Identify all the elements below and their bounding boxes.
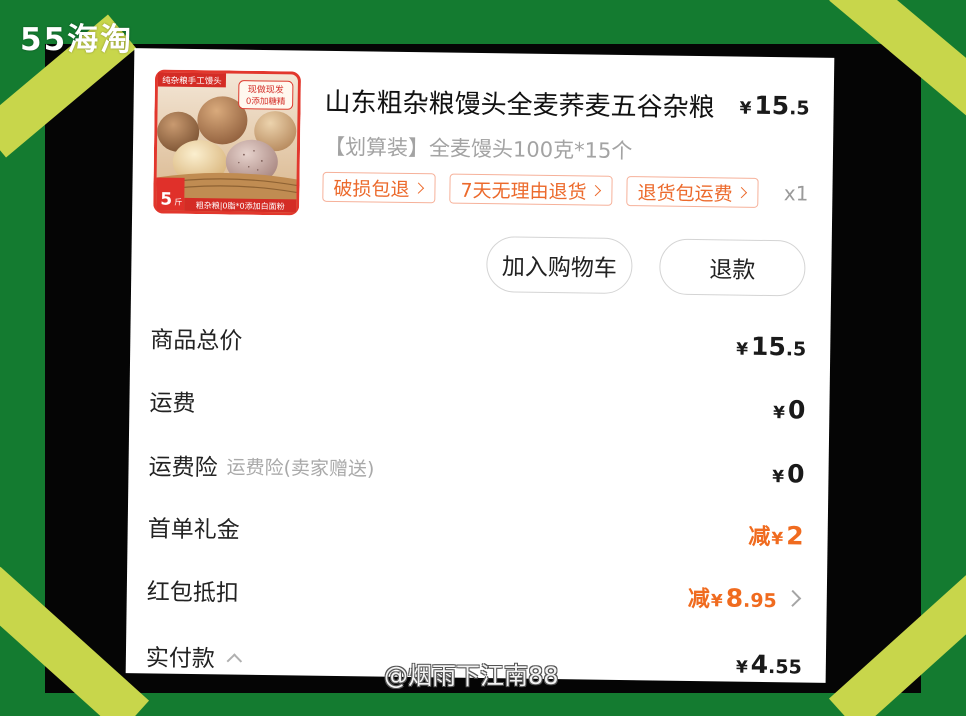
first-order-discount-value: 减 ¥2 xyxy=(748,519,804,552)
row-label: 运费 xyxy=(149,390,196,418)
row-label: 首单礼金 xyxy=(147,516,240,544)
image-badge-line2: 0添加糖精 xyxy=(246,96,286,108)
image-bottom-bar-text: 粗杂粮|0脂*0添加白面粉 xyxy=(196,200,285,211)
order-detail-card: 纯杂粮手工馒头 现做现发 0添加糖精 5 斤 粗杂粮|0脂*0添加白面粉 山东粗… xyxy=(125,48,835,683)
currency-symbol: ¥ xyxy=(735,657,748,678)
amount-integer: 8 xyxy=(725,583,744,613)
product-photo: 纯杂粮手工馒头 现做现发 0添加糖精 5 斤 粗杂粮|0脂*0添加白面粉 xyxy=(153,69,302,216)
chevron-right-icon xyxy=(412,182,425,194)
summary-row-first-order-gift: 首单礼金 减 ¥2 xyxy=(147,506,803,555)
amount-decimal: .5 xyxy=(785,337,807,361)
amount-integer: 15 xyxy=(750,331,787,361)
quantity: x1 xyxy=(783,181,809,206)
service-tags: 破损包退 7天无理由退货 退货包运费 xyxy=(322,171,759,208)
row-note: 运费险(卖家赠送) xyxy=(226,455,375,481)
tag-damage-refund[interactable]: 破损包退 xyxy=(322,171,436,204)
row-label: 红包抵扣 xyxy=(146,579,239,607)
currency-symbol: ¥ xyxy=(736,339,749,360)
product-image[interactable]: 纯杂粮手工馒头 现做现发 0添加糖精 5 斤 粗杂粮|0脂*0添加白面粉 xyxy=(153,69,302,216)
chevron-right-icon xyxy=(589,184,602,197)
red-packet-discount-value: 减 ¥8.95 xyxy=(688,581,777,614)
watermark-logo: 55海淘 xyxy=(20,22,134,58)
product-title[interactable]: 山东粗杂粮馒头全麦荞麦五谷杂粮 xyxy=(324,87,714,124)
summary-row-red-packet[interactable]: 红包抵扣 减 ¥8.95 xyxy=(147,569,803,618)
summary-row-shipping: 运费 ¥0 xyxy=(149,380,805,429)
product-price: ¥15.5 xyxy=(739,91,810,128)
chevron-right-icon xyxy=(735,186,748,199)
amount-prefix: 减 xyxy=(748,524,771,551)
add-to-cart-button[interactable]: 加入购物车 xyxy=(486,236,633,295)
summary-row-shipping-insurance: 运费险 运费险(卖家赠送) ¥0 xyxy=(148,444,804,493)
amount-decimal: .95 xyxy=(742,589,777,613)
tag-label: 破损包退 xyxy=(333,177,410,201)
image-weight-number: 5 xyxy=(160,190,172,210)
image-top-tag-text: 纯杂粮手工馒头 xyxy=(162,75,222,87)
amount-decimal: .5 xyxy=(789,97,810,120)
amount-prefix: 减 xyxy=(687,586,711,613)
row-label: 实付款 xyxy=(145,645,216,673)
tag-return-shipping[interactable]: 退货包运费 xyxy=(626,176,759,208)
shipping-insurance-value: ¥0 xyxy=(772,459,805,488)
watermark-author: @烟雨下江南88 xyxy=(384,662,559,690)
image-weight-unit: 斤 xyxy=(174,197,182,207)
image-badge-line1: 现做现发 xyxy=(248,83,284,96)
shipping-value: ¥0 xyxy=(773,395,806,424)
screenshot-canvas: 纯杂粮手工馒头 现做现发 0添加糖精 5 斤 粗杂粮|0脂*0添加白面粉 山东粗… xyxy=(0,0,966,716)
currency-symbol: ¥ xyxy=(772,402,786,423)
amount-integer: 0 xyxy=(786,458,805,489)
tag-label: 退货包运费 xyxy=(637,181,733,206)
product-spec: 【划算装】全麦馒头100克*15个 xyxy=(323,134,633,164)
currency-symbol: ¥ xyxy=(772,466,785,487)
amount-integer: 15 xyxy=(754,90,790,121)
summary-row-total: 商品总价 ¥15.5 xyxy=(150,317,806,366)
refund-button[interactable]: 退款 xyxy=(659,238,806,297)
amount-integer: 4 xyxy=(750,649,769,679)
row-label: 运费险 xyxy=(148,454,218,482)
currency-symbol: ¥ xyxy=(739,98,752,119)
currency-symbol: ¥ xyxy=(771,529,784,550)
amount-integer: 0 xyxy=(787,394,806,425)
amount-decimal: .55 xyxy=(767,655,802,679)
tag-7day-return[interactable]: 7天无理由退货 xyxy=(449,173,613,206)
paid-amount-value: ¥4.55 xyxy=(736,649,802,679)
chevron-right-icon[interactable] xyxy=(784,589,802,607)
total-price-value: ¥15.5 xyxy=(736,331,806,361)
chevron-up-icon[interactable] xyxy=(226,652,243,669)
currency-symbol: ¥ xyxy=(710,591,723,612)
amount-integer: 2 xyxy=(786,521,804,551)
row-label: 商品总价 xyxy=(150,327,243,355)
tag-label: 7天无理由退货 xyxy=(460,179,587,203)
